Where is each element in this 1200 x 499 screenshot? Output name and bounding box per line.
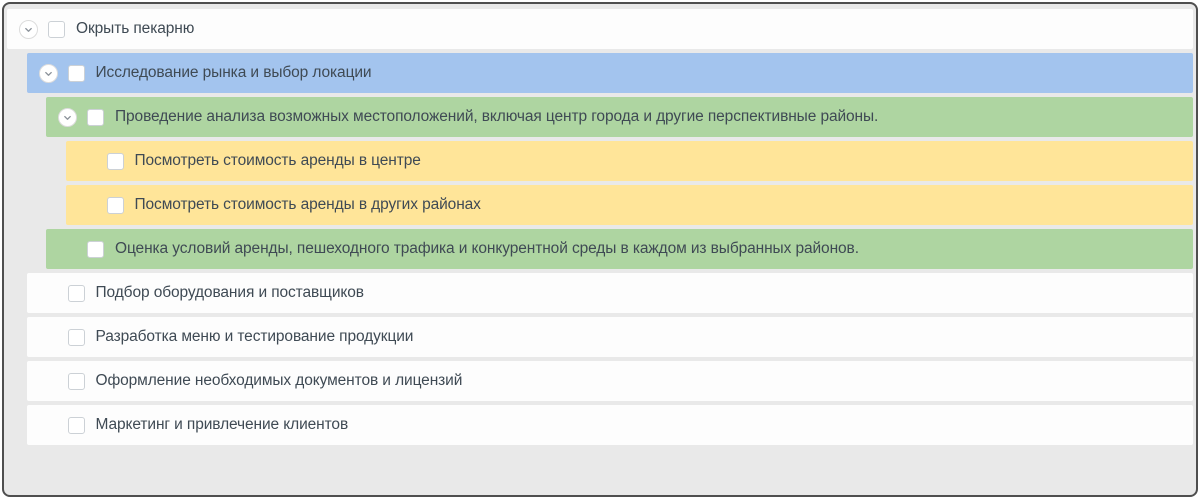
task-label: Посмотреть стоимость аренды в других рай… [135, 196, 481, 214]
task-tree: Окрыть пекарню Исследование рынка и выбо… [4, 4, 1196, 445]
collapse-chevron-icon[interactable] [58, 108, 77, 127]
task-label: Посмотреть стоимость аренды в центре [135, 152, 421, 170]
task-row[interactable]: Посмотреть стоимость аренды в центре [66, 141, 1194, 181]
task-row[interactable]: Проведение анализа возможных местоположе… [46, 97, 1193, 137]
task-checkbox[interactable] [68, 373, 85, 390]
task-checkbox[interactable] [48, 21, 65, 38]
task-label: Оформление необходимых документов и лице… [96, 372, 463, 390]
task-label: Исследование рынка и выбор локации [96, 64, 372, 82]
task-checkbox[interactable] [68, 65, 85, 82]
task-checkbox[interactable] [68, 329, 85, 346]
task-label: Разработка меню и тестирование продукции [96, 328, 414, 346]
task-label: Маркетинг и привлечение клиентов [96, 416, 349, 434]
task-checkbox[interactable] [87, 109, 104, 126]
task-label: Подбор оборудования и поставщиков [96, 284, 364, 302]
task-tree-panel: Окрыть пекарню Исследование рынка и выбо… [2, 2, 1198, 497]
task-checkbox[interactable] [107, 153, 124, 170]
task-row[interactable]: Подбор оборудования и поставщиков [27, 273, 1194, 313]
task-checkbox[interactable] [68, 285, 85, 302]
task-row[interactable]: Оформление необходимых документов и лице… [27, 361, 1194, 401]
task-label: Оценка условий аренды, пешеходного трафи… [115, 240, 859, 258]
task-checkbox[interactable] [107, 197, 124, 214]
task-label: Проведение анализа возможных местоположе… [115, 108, 878, 126]
task-checkbox[interactable] [87, 241, 104, 258]
task-label: Окрыть пекарню [76, 20, 194, 38]
task-row[interactable]: Посмотреть стоимость аренды в других рай… [66, 185, 1194, 225]
task-checkbox[interactable] [68, 417, 85, 434]
task-row[interactable]: Маркетинг и привлечение клиентов [27, 405, 1194, 445]
task-row[interactable]: Окрыть пекарню [7, 9, 1193, 49]
collapse-chevron-icon[interactable] [39, 64, 58, 83]
task-row[interactable]: Оценка условий аренды, пешеходного трафи… [46, 229, 1193, 269]
collapse-chevron-icon[interactable] [19, 20, 38, 39]
task-row[interactable]: Разработка меню и тестирование продукции [27, 317, 1194, 357]
task-row[interactable]: Исследование рынка и выбор локации [27, 53, 1194, 93]
